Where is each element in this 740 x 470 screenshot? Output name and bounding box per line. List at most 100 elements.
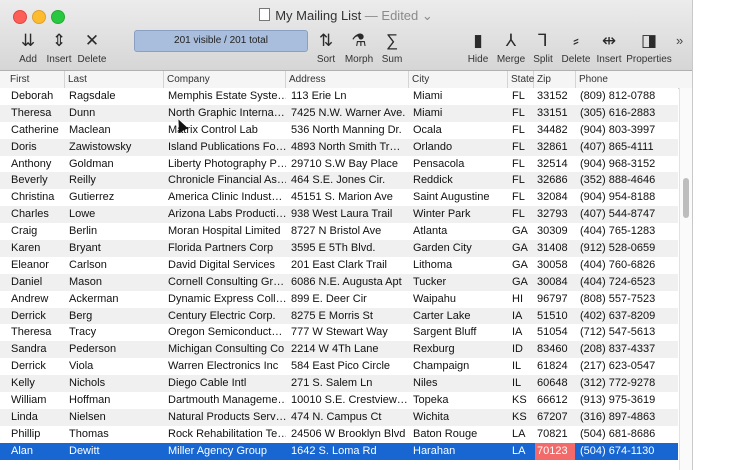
cell-phone[interactable]: (217) 623-0547 (578, 358, 678, 375)
cell-first[interactable]: Anthony (9, 156, 65, 173)
cell-zip[interactable]: 34482 (535, 122, 575, 139)
cell-state[interactable]: IL (510, 358, 534, 375)
cell-city[interactable]: Wichita (411, 409, 508, 426)
cell-last[interactable]: Lowe (67, 206, 164, 223)
cell-zip[interactable]: 32793 (535, 206, 575, 223)
cell-city[interactable]: Baton Rouge (411, 426, 508, 443)
cell-state[interactable]: KS (510, 392, 534, 409)
cell-zip[interactable]: 32861 (535, 139, 575, 156)
properties-button[interactable]: ◨ Properties (624, 28, 674, 68)
cell-first[interactable]: Catherine (9, 122, 65, 139)
cell-zip[interactable]: 61824 (535, 358, 575, 375)
cell-last[interactable]: Carlson (67, 257, 164, 274)
cell-zip[interactable]: 32084 (535, 189, 575, 206)
table-row[interactable]: Derrick Berg Century Electric Corp. 8275 E … (0, 307, 678, 325)
cell-last[interactable]: Hoffman (67, 392, 164, 409)
cell-last[interactable]: Nielsen (67, 409, 164, 426)
cell-zip[interactable]: 30084 (535, 274, 575, 291)
cell-city[interactable]: Topeka (411, 392, 508, 409)
cell-address[interactable]: 536 North Manning Dr. (289, 122, 409, 139)
table-row[interactable]: Christina Gutierrez America Clinic Indust…… (0, 189, 678, 207)
cell-phone[interactable]: (712) 547-5613 (578, 324, 678, 341)
cell-city[interactable]: Carter Lake (411, 308, 508, 325)
table-row[interactable]: Beverly Reilly Chronicle Financial As… 464 … (0, 172, 678, 190)
cell-last[interactable]: Zawistowsky (67, 139, 164, 156)
vertical-scrollbar[interactable] (679, 88, 692, 470)
table-row[interactable]: Charles Lowe Arizona Labs Producti… 938 Wes… (0, 206, 678, 224)
cell-company[interactable]: Natural Products Serv… (166, 409, 286, 426)
cell-last[interactable]: Goldman (67, 156, 164, 173)
delete-row-button[interactable]: ✕ Delete (67, 28, 117, 68)
cell-first[interactable]: Beverly (9, 172, 65, 189)
cell-zip[interactable]: 70821 (535, 426, 575, 443)
cell-state[interactable]: LA (510, 443, 534, 460)
cell-address[interactable]: 113 Erie Ln (289, 88, 409, 105)
cell-first[interactable]: Andrew (9, 291, 65, 308)
cell-last[interactable]: Dewitt (67, 443, 164, 460)
cell-first[interactable]: Theresa (9, 324, 65, 341)
cell-company[interactable]: David Digital Services (166, 257, 286, 274)
table-row[interactable]: William Hoffman Dartmouth Manageme… 10010 S… (0, 392, 678, 409)
toolbar-overflow-chevron-icon[interactable]: » (676, 33, 683, 48)
cell-last[interactable]: Tracy (67, 324, 164, 341)
cell-state[interactable]: FL (510, 172, 534, 189)
cell-first[interactable]: Kelly (9, 375, 65, 392)
cell-address[interactable]: 6086 N.E. Augusta Apt (289, 274, 409, 291)
cell-company[interactable]: Miller Agency Group (166, 443, 286, 460)
column-header-last[interactable]: Last (65, 71, 164, 88)
cell-state[interactable]: FL (510, 122, 534, 139)
table-row[interactable]: Deborah Ragsdale Memphis Estate Syste… 113 … (0, 88, 678, 105)
cell-phone[interactable]: (312) 772-9278 (578, 375, 678, 392)
cell-city[interactable]: Saint Augustine (411, 189, 508, 206)
cell-city[interactable]: Orlando (411, 139, 508, 156)
cell-city[interactable]: Tucker (411, 274, 508, 291)
cell-state[interactable]: GA (510, 274, 534, 291)
cell-zip[interactable]: 30309 (535, 223, 575, 240)
cell-last[interactable]: Reilly (67, 172, 164, 189)
cell-phone[interactable]: (407) 865-4111 (578, 139, 678, 156)
cell-phone[interactable]: (912) 528-0659 (578, 240, 678, 257)
cell-state[interactable]: FL (510, 189, 534, 206)
cell-first[interactable]: Charles (9, 206, 65, 223)
cell-state[interactable]: IA (510, 308, 534, 325)
cell-state[interactable]: FL (510, 105, 534, 122)
cell-city[interactable]: Lithoma (411, 257, 508, 274)
cell-address[interactable]: 3595 E 5Th Blvd. (289, 240, 409, 257)
table-row[interactable]: Derrick Viola Warren Electronics Inc 584 Ea… (0, 358, 678, 376)
table-row[interactable]: Phillip Thomas Rock Rehabilitation Te… 2450… (0, 425, 678, 443)
cell-company[interactable]: Moran Hospital Limited (166, 223, 286, 240)
cell-company[interactable]: Dynamic Express Coll… (166, 291, 286, 308)
cell-zip[interactable]: 33152 (535, 88, 575, 105)
cell-phone[interactable]: (352) 888-4646 (578, 172, 678, 189)
cell-state[interactable]: FL (510, 139, 534, 156)
cell-zip[interactable]: 67207 (535, 409, 575, 426)
cell-last[interactable]: Thomas (67, 426, 164, 443)
cell-city[interactable]: Atlanta (411, 223, 508, 240)
table-row[interactable]: Kelly Nichols Diego Cable Intl 271 S. Salem… (0, 375, 678, 393)
cell-phone[interactable]: (904) 954-8188 (578, 189, 678, 206)
cell-last[interactable]: Ragsdale (67, 88, 164, 105)
cell-first[interactable]: Daniel (9, 274, 65, 291)
cell-company[interactable]: Century Electric Corp. (166, 308, 286, 325)
cell-last[interactable]: Berlin (67, 223, 164, 240)
cell-state[interactable]: KS (510, 409, 534, 426)
cell-address[interactable]: 474 N. Campus Ct (289, 409, 409, 426)
cell-first[interactable]: Deborah (9, 88, 65, 105)
cell-city[interactable]: Niles (411, 375, 508, 392)
cell-first[interactable]: Karen (9, 240, 65, 257)
cell-first[interactable]: Derrick (9, 308, 65, 325)
cell-state[interactable]: IL (510, 375, 534, 392)
cell-city[interactable]: Winter Park (411, 206, 508, 223)
cell-last[interactable]: Pederson (67, 341, 164, 358)
table-row[interactable]: Andrew Ackerman Dynamic Express Coll… 899 E… (0, 290, 678, 308)
cell-company[interactable]: Cornell Consulting Gr… (166, 274, 286, 291)
cell-first[interactable]: Theresa (9, 105, 65, 122)
cell-phone[interactable]: (504) 674-1130 (578, 443, 678, 460)
table-row[interactable]: Theresa Tracy Oregon Semiconduct… 777 W Ste… (0, 324, 678, 342)
cell-state[interactable]: LA (510, 426, 534, 443)
cell-phone[interactable]: (808) 557-7523 (578, 291, 678, 308)
cell-city[interactable]: Rexburg (411, 341, 508, 358)
cell-first[interactable]: Eleanor (9, 257, 65, 274)
edited-indicator[interactable]: — Edited ⌄ (361, 8, 433, 23)
table-row[interactable]: Alan Dewitt Miller Agency Group 1642 S. Lom… (0, 442, 678, 460)
